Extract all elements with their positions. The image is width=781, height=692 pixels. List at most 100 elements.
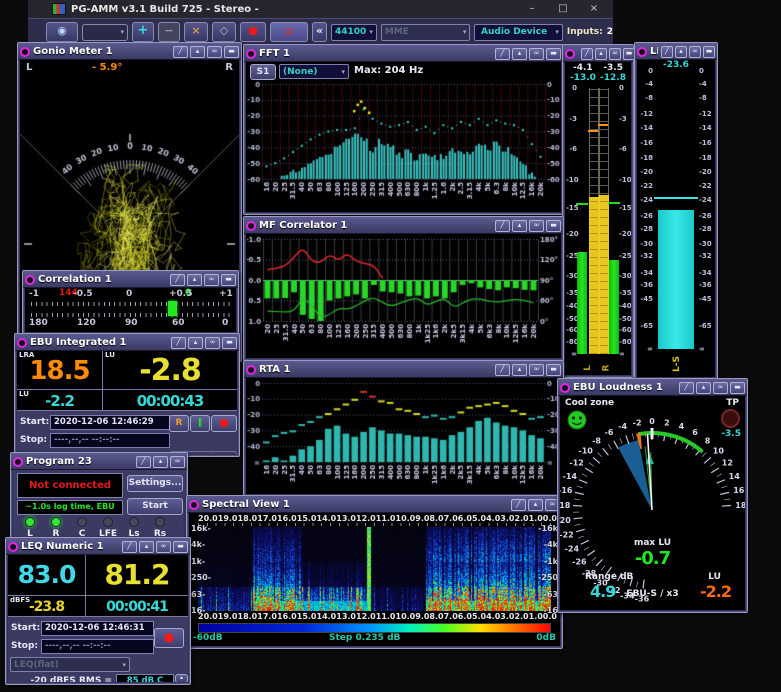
remove-button[interactable]: − <box>158 22 180 42</box>
pin-button[interactable]: ▴ <box>187 274 202 286</box>
record-button[interactable]: ● <box>240 22 266 42</box>
audio-device-dropdown[interactable]: Audio Device▾ <box>474 24 562 41</box>
program-titlebar[interactable]: Program 23 ╱▴∞ <box>11 453 187 470</box>
spin-up-button[interactable]: ▴ <box>175 674 188 682</box>
gonio-titlebar[interactable]: Gonio Meter 1 ╱▴∞▬ <box>18 43 241 60</box>
power-button[interactable] <box>20 47 30 57</box>
power-button[interactable] <box>560 383 570 393</box>
edit-button[interactable]: ╱ <box>679 382 694 394</box>
stop-field[interactable]: ----,--,-- --:--:-- <box>41 639 154 654</box>
edit-button[interactable]: ╱ <box>170 274 185 286</box>
link-button[interactable]: ∞ <box>609 48 621 60</box>
collapse-button[interactable]: ▬ <box>221 274 236 286</box>
pin-button[interactable]: ▴ <box>512 220 527 232</box>
collapse-button[interactable]: ▬ <box>546 364 561 376</box>
pin-button[interactable]: ▴ <box>696 382 711 394</box>
ebu-loudness-titlebar[interactable]: EBU Loudness 1 ╱▴∞▬ <box>558 379 747 396</box>
satellite-icon[interactable]: ◇ <box>212 22 236 42</box>
settings-button[interactable]: Settings... <box>127 475 183 492</box>
driver-dropdown[interactable]: MME▾ <box>381 24 471 41</box>
collapse-button[interactable]: ▬ <box>173 541 188 553</box>
meter-magnet-icon[interactable]: ⊃ <box>270 22 308 42</box>
power-button[interactable] <box>246 365 256 375</box>
link-button[interactable]: ∞ <box>156 541 171 553</box>
stop-field[interactable]: ----,--,-- --:--:-- <box>50 433 170 448</box>
pin-button[interactable]: ▴ <box>153 456 168 468</box>
link-button[interactable]: ∞ <box>529 48 544 60</box>
view-dropdown[interactable]: ▾ <box>82 24 128 41</box>
start-button[interactable]: Start <box>127 498 183 515</box>
power-button[interactable] <box>8 542 18 552</box>
link-button[interactable]: ∞ <box>170 456 185 468</box>
edit-button[interactable]: ╱ <box>581 48 593 60</box>
edit-button[interactable]: ╱ <box>136 456 151 468</box>
edit-button[interactable]: ╱ <box>495 220 510 232</box>
collapse-toolbar-button[interactable]: « <box>312 22 327 42</box>
main-titlebar[interactable]: PG-AMM v3.1 Build 725 - Stereo - – □ × <box>28 0 613 18</box>
sample-rate-dropdown[interactable]: 44100▾ <box>331 24 377 41</box>
pin-button[interactable]: ▴ <box>188 337 203 349</box>
edit-button[interactable]: ╱ <box>495 364 510 376</box>
collapse-button[interactable]: ▬ <box>730 382 745 394</box>
maximize-button[interactable]: □ <box>550 2 576 16</box>
pin-button[interactable]: ▴ <box>675 46 687 58</box>
start-field[interactable]: 2020-12-06 12:46:29 <box>50 415 170 430</box>
s1-button[interactable]: S1 <box>250 64 276 80</box>
reset-button[interactable]: R <box>169 415 189 432</box>
pin-button[interactable]: ▴ <box>139 541 154 553</box>
record-button[interactable]: ● <box>154 628 184 648</box>
close-button[interactable]: × <box>581 2 607 16</box>
edit-button[interactable]: ╱ <box>173 46 188 58</box>
link-button[interactable]: ∞ <box>204 274 219 286</box>
collapse-button[interactable]: ▬ <box>224 46 239 58</box>
start-field[interactable]: 2020-12-06 12:46:31 <box>41 621 154 636</box>
leq-preset-dropdown[interactable]: LEQ(flat)▾ <box>10 657 130 672</box>
pin-button[interactable]: ▴ <box>190 46 205 58</box>
time-tick-label: 10.0 <box>396 514 416 523</box>
power-button[interactable] <box>246 221 256 231</box>
ld-scale-label: ∞ <box>699 345 714 353</box>
ld-titlebar[interactable]: LD ╱▴∞▬ <box>635 43 717 60</box>
link-button[interactable]: ∞ <box>529 364 544 376</box>
link-button[interactable]: ∞ <box>207 46 222 58</box>
add-button[interactable]: + <box>132 22 154 42</box>
minimize-button[interactable]: – <box>519 2 545 16</box>
collapse-button[interactable]: ▬ <box>546 220 561 232</box>
collapse-button[interactable]: ▬ <box>703 46 715 58</box>
leq-titlebar[interactable]: LEQ Numeric 1 ╱▴∞▬ <box>6 538 190 555</box>
power-button[interactable] <box>17 338 27 348</box>
pin-button[interactable]: ▴ <box>512 48 527 60</box>
power-button[interactable] <box>637 47 647 57</box>
power-button[interactable] <box>25 275 35 285</box>
spectral-titlebar[interactable]: Spectral View 1 ╱▴∞ <box>187 496 562 513</box>
pin-button[interactable]: ▴ <box>595 48 607 60</box>
edit-button[interactable]: ╱ <box>661 46 673 58</box>
fft-preset-dropdown[interactable]: (None)▾ <box>279 64 349 79</box>
mf-titlebar[interactable]: MF Correlator 1 ╱▴∞▬ <box>244 217 563 234</box>
edit-button[interactable]: ╱ <box>511 499 526 511</box>
link-button[interactable]: ∞ <box>713 382 728 394</box>
edit-button[interactable]: ╱ <box>495 48 510 60</box>
pin-button[interactable]: ▴ <box>512 364 527 376</box>
power-button[interactable] <box>13 457 23 467</box>
link-button[interactable]: ∞ <box>529 220 544 232</box>
edit-button[interactable]: ╱ <box>122 541 137 553</box>
pin-button[interactable]: ▴ <box>528 499 543 511</box>
edit-button[interactable]: ╱ <box>171 337 186 349</box>
rta-titlebar[interactable]: RTA 1 ╱▴∞▬ <box>244 361 563 378</box>
pp-titlebar[interactable]: PP ╱▴∞▬ <box>563 45 633 62</box>
tools-icon[interactable]: × <box>184 22 208 42</box>
eye-icon[interactable]: ◉ <box>46 22 78 42</box>
collapse-button[interactable]: ▬ <box>546 48 561 60</box>
power-button[interactable] <box>189 500 199 510</box>
record-button[interactable]: ● <box>211 415 237 432</box>
power-button[interactable] <box>565 49 575 59</box>
pause-button[interactable]: ‖ <box>190 415 210 432</box>
link-button[interactable]: ∞ <box>689 46 701 58</box>
collapse-button[interactable]: ▬ <box>222 337 237 349</box>
power-button[interactable] <box>246 49 256 59</box>
link-button[interactable]: ∞ <box>205 337 220 349</box>
fft-titlebar[interactable]: FFT 1 ╱▴∞▬ <box>244 45 563 62</box>
correlation-titlebar[interactable]: Correlation 1 ╱▴∞▬ <box>23 271 238 288</box>
ebu-integrated-titlebar[interactable]: EBU Integrated 1 ╱▴∞▬ <box>15 334 239 351</box>
